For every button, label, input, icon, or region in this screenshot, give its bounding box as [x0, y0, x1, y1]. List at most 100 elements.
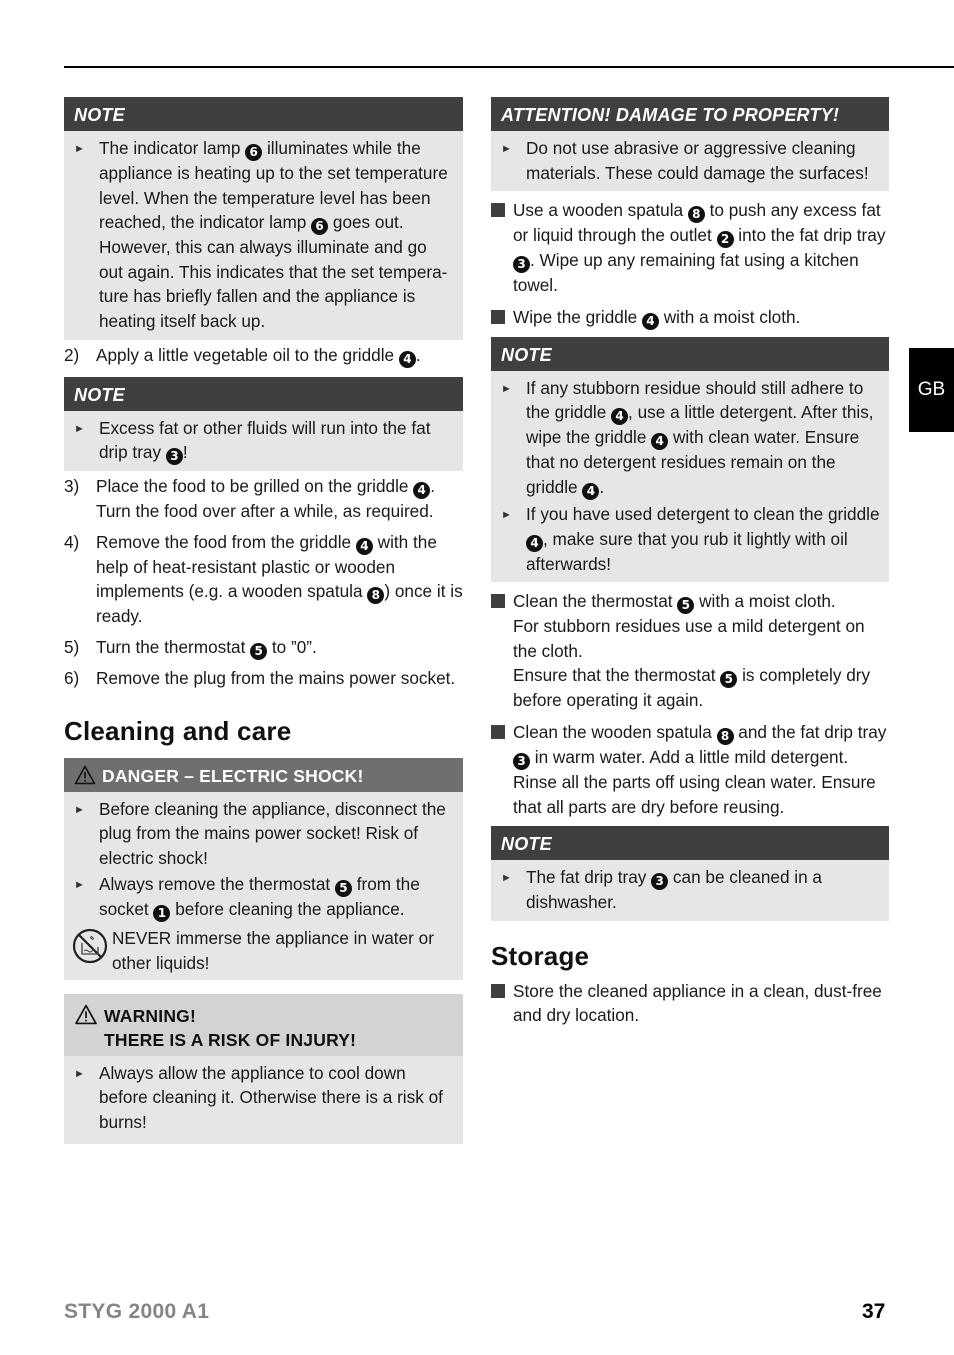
- note-title: NOTE: [491, 336, 889, 371]
- step-number: 6): [64, 667, 80, 688]
- square-bullet-icon: [491, 203, 505, 218]
- square-bullet-icon: [491, 983, 505, 998]
- warning-box: WARNING! THERE IS A RISK OF INJURY! ► Alw…: [64, 993, 463, 1145]
- list-item-text: Before cleaning the appliance, disconnec…: [99, 798, 446, 868]
- part-number-badge-4: 4: [355, 537, 373, 555]
- arrow-bullet-icon: ►: [74, 422, 85, 435]
- note-body: ► If any stubborn residue should still ad…: [491, 370, 889, 583]
- warning-title-line2: THERE IS A RISK OF INJURY!: [104, 1029, 357, 1050]
- list-item: ► Do not use abrasive or aggressive clean…: [501, 136, 881, 185]
- step-item: 4) Remove the food from the griddle 4 wit…: [64, 530, 463, 629]
- note-title: NOTE: [64, 376, 463, 411]
- step-number: 4): [64, 531, 80, 552]
- footer-model-name: STYG 2000 A1: [64, 1300, 210, 1323]
- no-immerse-text: NEVER immerse the appliance in water or …: [112, 928, 434, 973]
- warning-triangle-icon: [75, 1004, 97, 1024]
- list-item: ► The fat drip tray 3 can be cleaned in a…: [501, 865, 881, 915]
- note-title: NOTE: [491, 826, 889, 861]
- square-bullet-icon: [491, 594, 505, 609]
- danger-title-text: DANGER – ELECTRIC SHOCK!: [102, 765, 364, 786]
- part-number-badge-8: 8: [367, 587, 385, 605]
- part-number-badge-4: 4: [651, 433, 669, 451]
- step-2: 2) Apply a little vegetable oil to the g…: [64, 343, 463, 368]
- note-body: ► The indicator lamp 6 illuminates while …: [64, 131, 463, 340]
- danger-body: ► Before cleaning the appliance, disconne…: [64, 791, 463, 980]
- list-item: Store the cleaned appliance in a clean, …: [491, 979, 889, 1028]
- list-item-text: Excess fat or other fluids will run into…: [99, 417, 431, 466]
- section-title-cleaning: Cleaning and care: [64, 715, 292, 746]
- square-bullet-icon: [491, 309, 505, 324]
- list-item-text: Always allow the appliance to cool down …: [99, 1062, 443, 1132]
- part-number-badge-1: 1: [153, 905, 171, 923]
- part-number-badge-5: 5: [677, 597, 695, 615]
- list-item: ► Always allow the appliance to cool down…: [74, 1061, 455, 1135]
- list-item: Wipe the griddle 4 with a moist cloth.: [491, 305, 889, 330]
- part-number-badge-6: 6: [311, 218, 329, 236]
- danger-items: ► Before cleaning the appliance, disconne…: [74, 797, 455, 923]
- part-number-badge-8: 8: [716, 727, 734, 745]
- danger-box: DANGER – ELECTRIC SHOCK! ► Before cleanin…: [64, 757, 463, 980]
- part-number-badge-3: 3: [513, 256, 530, 274]
- step-item: 6) Remove the plug from the mains power s…: [64, 666, 463, 691]
- arrow-bullet-icon: ►: [74, 879, 85, 892]
- part-number-badge-4: 4: [413, 482, 431, 500]
- step-number: 3): [64, 476, 80, 497]
- step-number: 2): [64, 344, 80, 365]
- part-number-badge-4: 4: [641, 312, 659, 330]
- list-item: ► If any stubborn residue should still ad…: [501, 376, 881, 500]
- warning-title: WARNING! THERE IS A RISK OF INJURY!: [64, 993, 463, 1056]
- part-number-badge-4: 4: [398, 350, 416, 368]
- list-item: ► The indicator lamp 6 illuminates while …: [74, 136, 455, 334]
- storage-bullets: Store the cleaned appliance in a clean, …: [491, 979, 889, 1028]
- top-rule: [64, 66, 954, 68]
- list-item-text: Always remove the thermostat 5 from the …: [99, 874, 420, 923]
- attention-body: ► Do not use abrasive or aggressive clean…: [491, 131, 889, 192]
- no-immersion-icon: [72, 929, 108, 964]
- steps-list: 3) Place the food to be grilled on the gr…: [64, 474, 463, 690]
- step-text: Turn the thermostat 5 to ”0”.: [96, 636, 317, 660]
- list-item-text: The fat drip tray 3 can be cleaned in a …: [526, 867, 822, 913]
- list-item-text: If any stubborn residue should still adh…: [526, 377, 874, 500]
- danger-title: DANGER – ELECTRIC SHOCK!: [64, 757, 463, 792]
- part-number-badge-5: 5: [250, 642, 268, 660]
- warning-body: ► Always allow the appliance to cool down…: [64, 1055, 463, 1145]
- arrow-bullet-icon: ►: [501, 143, 512, 155]
- step-text: Apply a little vegetable oil to the grid…: [96, 344, 421, 368]
- list-item-text: Wipe the griddle 4 with a moist cloth.: [513, 306, 801, 330]
- list-item: ► Always remove the thermostat 5 from the…: [74, 872, 455, 923]
- language-tab-gb: GB: [909, 348, 954, 432]
- warning-title-line1: WARNING!: [104, 1005, 197, 1026]
- warning-triangle-icon: [74, 765, 96, 784]
- list-item-text: If you have used detergent to clean the …: [526, 503, 880, 574]
- list-item: Clean the wooden spatula 8 and the fat d…: [491, 720, 889, 819]
- list-item: Clean the thermostat 5 with a moist clot…: [491, 589, 889, 713]
- list-item: ► Before cleaning the appliance, disconne…: [74, 797, 455, 871]
- section-title-storage: Storage: [491, 940, 590, 971]
- part-number-badge-8: 8: [687, 206, 705, 224]
- list-item-text: The indicator lamp 6 illuminates while t…: [99, 138, 448, 331]
- square-bullet-icon: [491, 724, 505, 739]
- part-number-badge-4: 4: [611, 408, 629, 426]
- list-item-text: Store the cleaned appliance in a clean, …: [513, 980, 882, 1026]
- list-item-text: Do not use abrasive or aggressive cleani…: [526, 138, 869, 183]
- note-title: NOTE: [64, 97, 463, 131]
- note-body: ► Excess fat or other fluids will run int…: [64, 410, 463, 472]
- cleaning-bullets-1: Use a wooden spatula 8 to push any exces…: [491, 198, 889, 330]
- right-column: ATTENTION! DAMAGE TO PROPERTY! ► Do not u…: [491, 97, 889, 1035]
- part-number-badge-3: 3: [165, 448, 183, 466]
- part-number-badge-5: 5: [720, 671, 738, 689]
- part-number-badge-2: 2: [716, 231, 734, 249]
- step-text: Remove the food from the griddle 4 with …: [96, 531, 463, 627]
- step-text: Place the food to be grilled on the grid…: [96, 476, 436, 522]
- step-text: Remove the plug from the mains power soc…: [96, 667, 456, 688]
- attention-box: ATTENTION! DAMAGE TO PROPERTY! ► Do not u…: [491, 97, 889, 192]
- list-item-text: Use a wooden spatula 8 to push any exces…: [513, 200, 886, 296]
- note-box-indicator-lamp: NOTE ► The indicator lamp 6 illuminates w…: [64, 97, 463, 340]
- part-number-badge-3: 3: [651, 873, 669, 891]
- no-immerse-notice: NEVER immerse the appliance in water or …: [72, 926, 455, 975]
- step-item: 3) Place the food to be grilled on the gr…: [64, 474, 463, 524]
- attention-title: ATTENTION! DAMAGE TO PROPERTY!: [491, 97, 889, 131]
- list-item: ► Excess fat or other fluids will run int…: [74, 416, 455, 466]
- step-item: 5) Turn the thermostat 5 to ”0”.: [64, 635, 463, 660]
- arrow-bullet-icon: ►: [501, 872, 512, 885]
